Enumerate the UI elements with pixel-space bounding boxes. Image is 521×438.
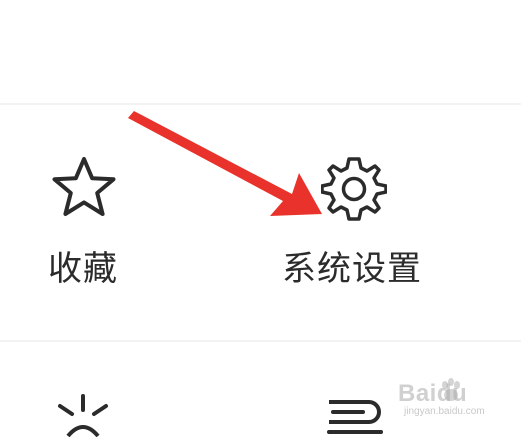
baidu-watermark: Baidu jingyan.baidu.com bbox=[398, 378, 516, 422]
menu-item-label-favorites: 收藏 bbox=[48, 249, 118, 289]
star-icon bbox=[52, 157, 116, 216]
middle-divider bbox=[0, 340, 521, 342]
watermark-subtext: jingyan.baidu.com bbox=[404, 406, 485, 417]
brightness-icon bbox=[58, 394, 108, 437]
menu-item-label-system-settings: 系统设置 bbox=[282, 249, 422, 289]
gear-icon bbox=[321, 157, 387, 221]
tray-icon bbox=[327, 400, 383, 434]
paw-icon bbox=[442, 378, 460, 401]
top-divider bbox=[0, 103, 521, 105]
